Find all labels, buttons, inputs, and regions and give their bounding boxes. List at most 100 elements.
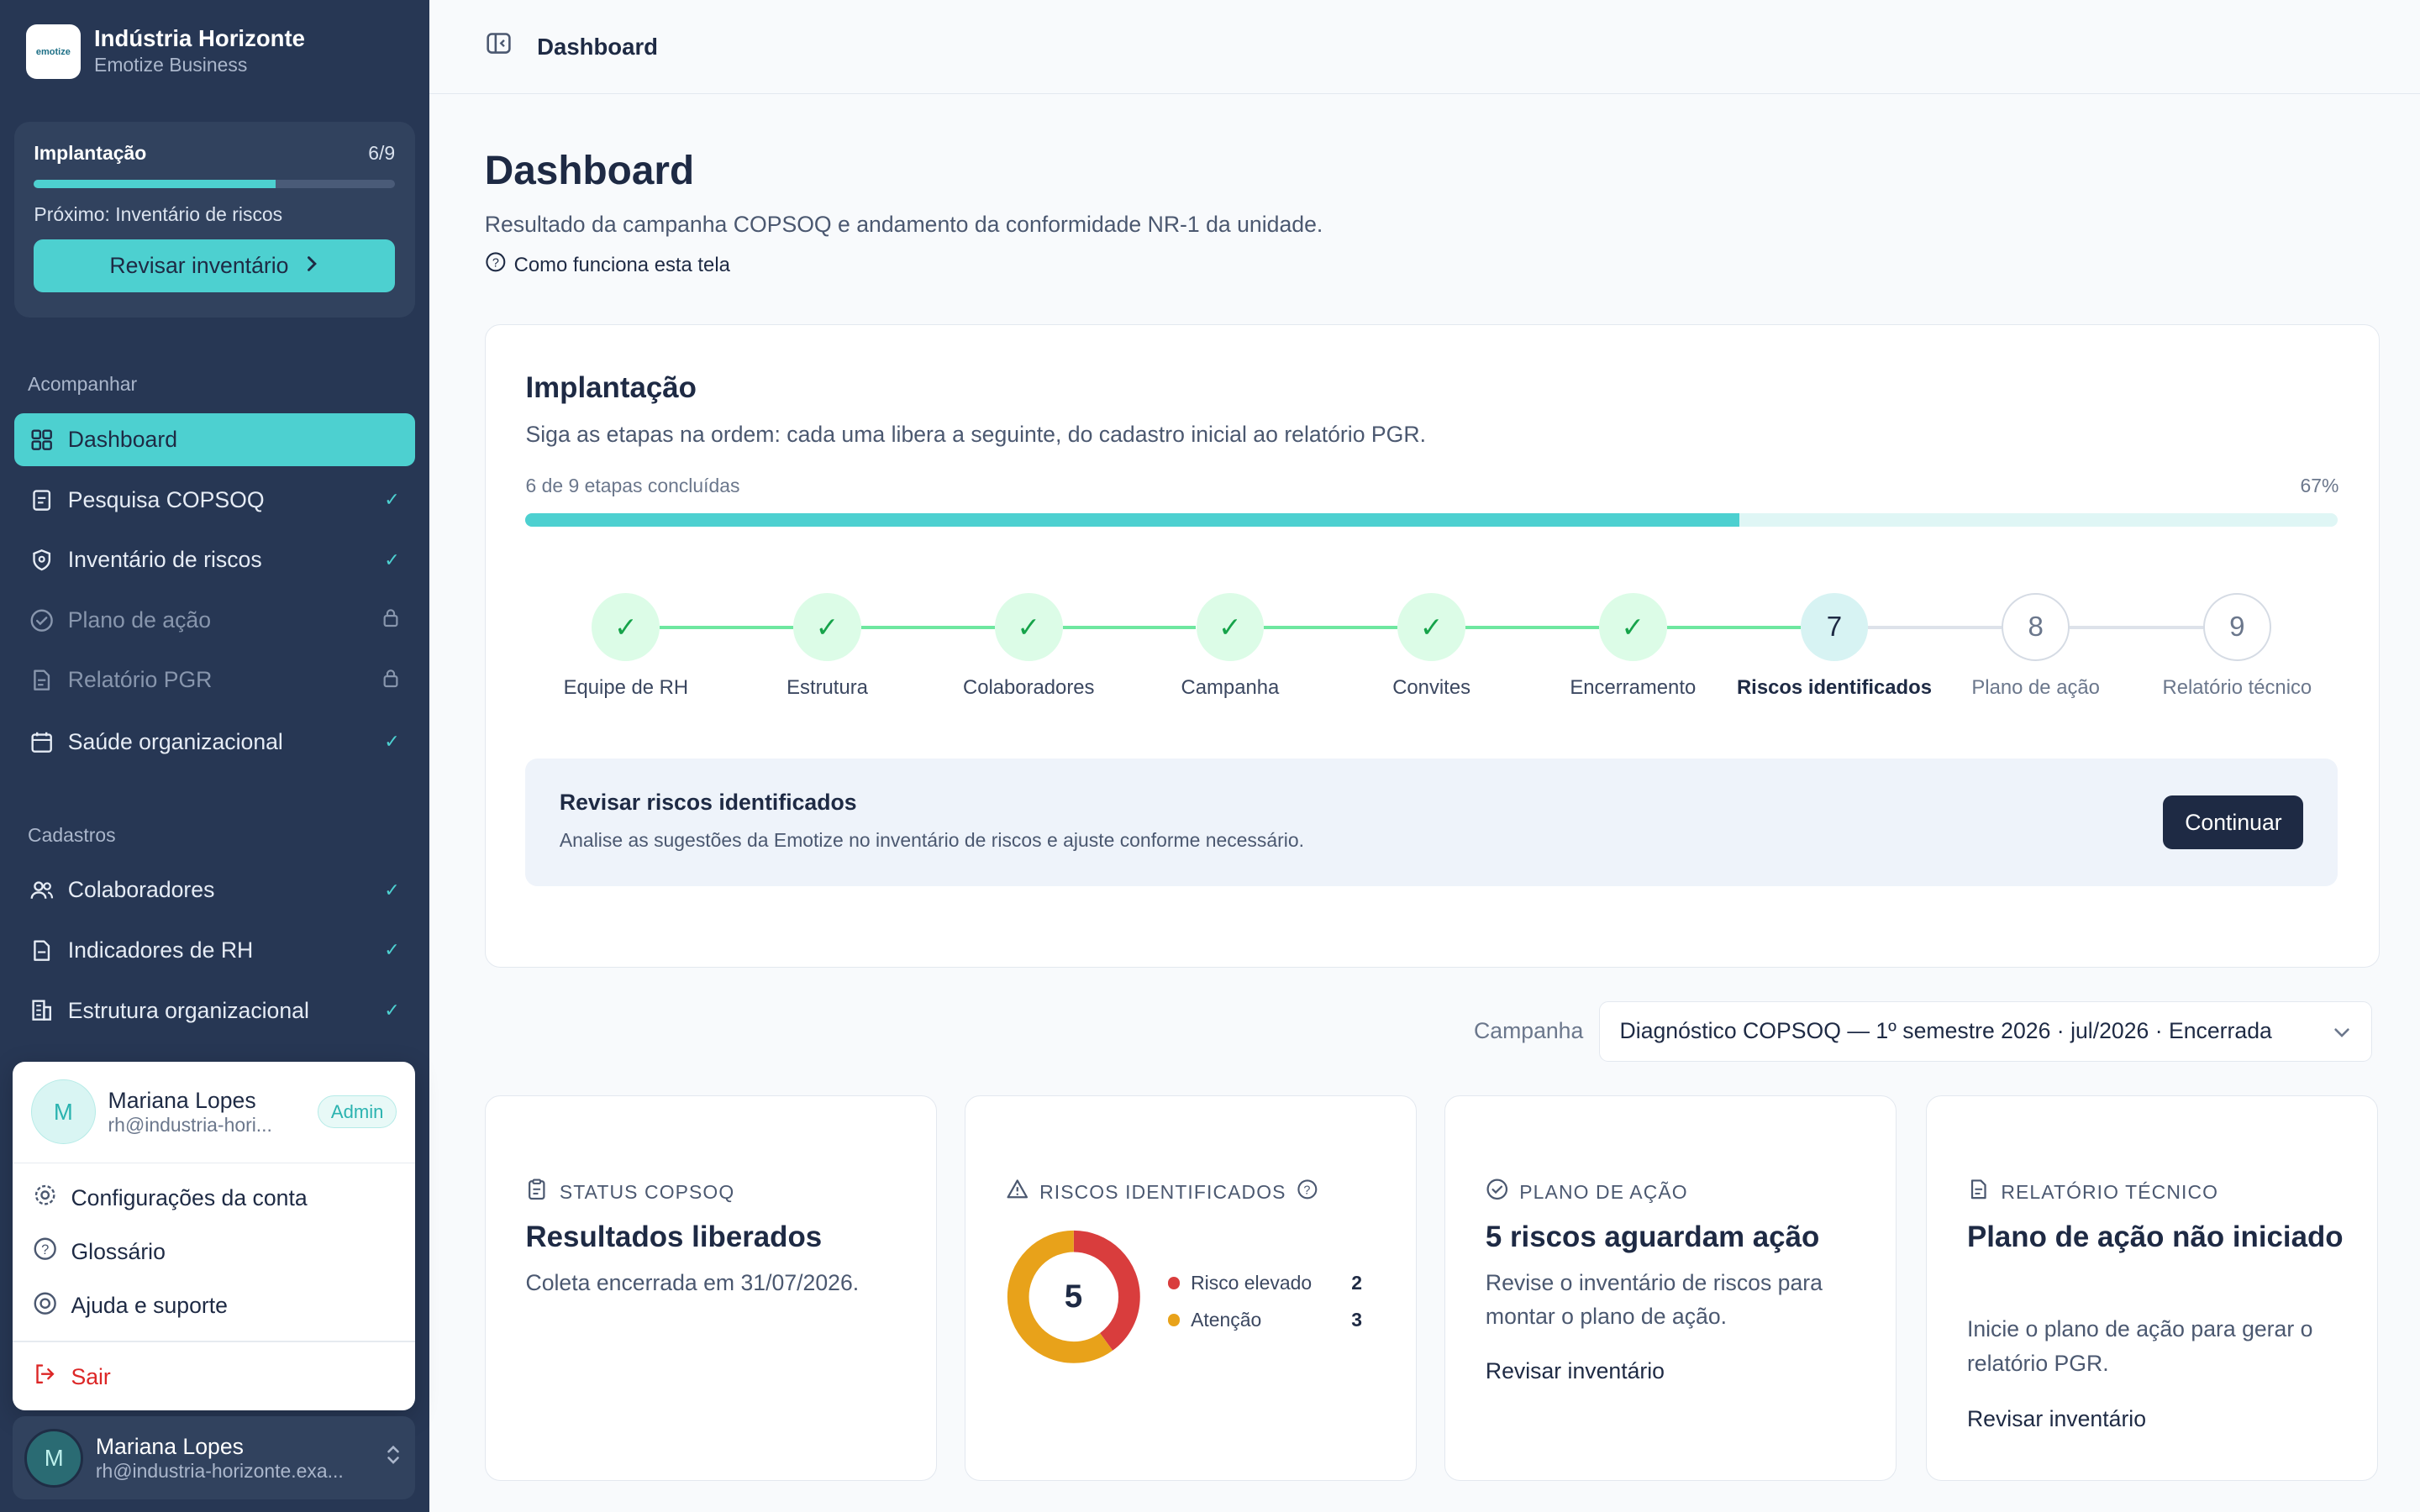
check-icon: ✓ [384, 489, 400, 511]
card-head-label: PLANO DE AÇÃO [1519, 1180, 1688, 1203]
revisar-inventario-button[interactable]: Revisar inventário [34, 239, 396, 292]
check-icon: ✓ [384, 939, 400, 961]
lifebuoy-icon [33, 1291, 57, 1321]
sidebar-item-label: Saúde organizacional [67, 728, 283, 754]
sidebar-item-indicadores-de-rh[interactable]: Indicadores de RH ✓ [14, 924, 416, 976]
implantacao-progress-bar [525, 512, 2338, 528]
implantacao-percent: 67% [2300, 474, 2339, 496]
step-label: Riscos identificados [1736, 675, 1932, 699]
menu-glossary[interactable]: ? Glossário [13, 1225, 415, 1278]
sidebar-toggle-icon[interactable] [485, 29, 513, 64]
risk-donut-chart: 5 [1006, 1229, 1142, 1372]
step-circle: 8 [2002, 593, 2070, 662]
user-email: rh@industria-hori... [108, 1113, 272, 1136]
menu-glossary-label: Glossário [71, 1238, 166, 1264]
sidebar-item-label: Pesquisa COPSOQ [67, 486, 265, 512]
menu-account-settings-label: Configurações da conta [71, 1184, 308, 1210]
continuar-button[interactable]: Continuar [2163, 795, 2304, 850]
sidebar-item-label: Indicadores de RH [67, 937, 254, 963]
step-label: Campanha [1181, 675, 1280, 699]
warning-icon [1006, 1178, 1029, 1206]
revisar-inventario-link[interactable]: Revisar inventário [1486, 1358, 1665, 1384]
risk-total: 5 [1064, 1278, 1083, 1315]
step-7[interactable]: 7 Riscos identificados [1734, 593, 1935, 700]
org-logo: emotize [26, 24, 81, 79]
legend-item: Risco elevado 2 [1167, 1264, 1362, 1301]
plano-acao-card: PLANO DE AÇÃO 5 riscos aguardam ação Rev… [1444, 1095, 1897, 1482]
user-email: rh@industria-horizonte.exa... [95, 1459, 344, 1482]
card-head-label: STATUS COPSOQ [559, 1180, 735, 1203]
shield-icon [29, 548, 54, 572]
lock-icon [378, 668, 400, 693]
menu-divider [12, 1341, 416, 1342]
implantacao-panel: Implantação Siga as etapas na ordem: cad… [484, 323, 2381, 968]
legend-value: 3 [1351, 1308, 1362, 1331]
implantacao-progress-fill [525, 512, 1740, 528]
file-icon [29, 938, 54, 963]
step-8[interactable]: 8 Plano de ação [1935, 593, 2136, 700]
sidebar-item-pesquisa-copsoq[interactable]: Pesquisa COPSOQ ✓ [14, 474, 416, 526]
next-step-subtitle: Analise as sugestões da Emotize no inven… [559, 829, 1304, 852]
step-label: Plano de ação [1971, 675, 2100, 699]
sidebar-item-saude-organizacional[interactable]: Saúde organizacional ✓ [14, 716, 416, 768]
menu-logout[interactable]: Sair [13, 1350, 415, 1404]
svg-text:?: ? [41, 1242, 49, 1257]
help-circle-icon[interactable]: ? [1297, 1179, 1318, 1205]
help-circle-icon: ? [33, 1236, 57, 1267]
sidebar-item-dashboard[interactable]: Dashboard [13, 413, 416, 466]
sidebar-item-label: Estrutura organizacional [67, 997, 309, 1023]
org-switcher[interactable]: emotize Indústria Horizonte Emotize Busi… [26, 24, 305, 79]
chevrons-up-down-icon [384, 1444, 402, 1473]
help-link-label: Como funciona esta tela [513, 253, 730, 276]
lock-icon [378, 607, 400, 633]
org-subtitle: Emotize Business [94, 54, 248, 76]
step-number: 7 [1826, 611, 1843, 643]
sidebar-item-colaboradores[interactable]: Colaboradores ✓ [14, 864, 416, 916]
step-9[interactable]: 9 Relatório técnico [2137, 593, 2338, 700]
check-icon: ✓ [384, 1000, 400, 1021]
calendar-icon [29, 730, 54, 754]
check-icon: ✓ [613, 612, 638, 643]
sidebar-item-plano-de-acao[interactable]: Plano de ação [14, 594, 416, 646]
sidebar-item-estrutura-organizacional[interactable]: Estrutura organizacional ✓ [14, 984, 416, 1037]
step-5[interactable]: ✓ Convites [1331, 593, 1532, 700]
card-title: Resultados liberados [525, 1220, 823, 1253]
breadcrumb: Dashboard [537, 33, 659, 60]
user-name: Mariana Lopes [108, 1087, 256, 1113]
step-label: Colaboradores [962, 675, 1095, 699]
step-label: Estrutura [786, 675, 868, 699]
sidebar-item-relatorio-pgr[interactable]: Relatório PGR [14, 654, 416, 706]
help-circle-icon: ? [485, 251, 507, 279]
sidebar-item-label: Colaboradores [67, 877, 215, 903]
step-label: Equipe de RH [563, 675, 689, 699]
next-step-title: Revisar riscos identificados [559, 789, 857, 815]
risk-legend: Risco elevado 2 Atenção 3 [1167, 1264, 1362, 1338]
legend-dot [1167, 1276, 1181, 1289]
check-icon: ✓ [1218, 612, 1242, 643]
avatar: M [24, 1428, 84, 1488]
card-text: Coleta encerrada em 31/07/2026. [525, 1270, 860, 1296]
topbar: Dashboard [429, 0, 2420, 95]
revisar-inventario-link[interactable]: Revisar inventário [1967, 1406, 2146, 1432]
sidebar-item-inventario-de-riscos[interactable]: Inventário de riscos ✓ [14, 533, 416, 585]
step-1[interactable]: ✓ Equipe de RH [525, 593, 726, 700]
step-3[interactable]: ✓ Colaboradores [929, 593, 1129, 700]
step-6[interactable]: ✓ Encerramento [1533, 593, 1733, 700]
menu-help-support[interactable]: Ajuda e suporte [13, 1279, 415, 1333]
campaign-select[interactable]: Diagnóstico COPSOQ — 1º semestre 2026 · … [1598, 1001, 2372, 1062]
implantacao-next-step: Próximo: Inventário de riscos [34, 202, 283, 225]
campaign-select-value: Diagnóstico COPSOQ — 1º semestre 2026 · … [1619, 1018, 2272, 1044]
sidebar-item-label: Inventário de riscos [67, 547, 262, 573]
check-circle-icon [29, 608, 54, 633]
user-switcher[interactable]: M Mariana Lopes rh@industria-horizonte.e… [12, 1416, 416, 1500]
step-2[interactable]: ✓ Estrutura [727, 593, 928, 700]
sidebar: emotize Indústria Horizonte Emotize Busi… [0, 0, 429, 1512]
step-4[interactable]: ✓ Campanha [1130, 593, 1331, 700]
role-badge: Admin [318, 1095, 397, 1129]
help-link[interactable]: ? Como funciona esta tela [485, 251, 730, 279]
step-circle: ✓ [1196, 593, 1265, 662]
step-circle: ✓ [1598, 593, 1667, 662]
card-title: 5 riscos aguardam ação [1485, 1220, 1820, 1253]
menu-account-settings[interactable]: Configurações da conta [13, 1171, 415, 1225]
grid-icon [29, 428, 54, 452]
